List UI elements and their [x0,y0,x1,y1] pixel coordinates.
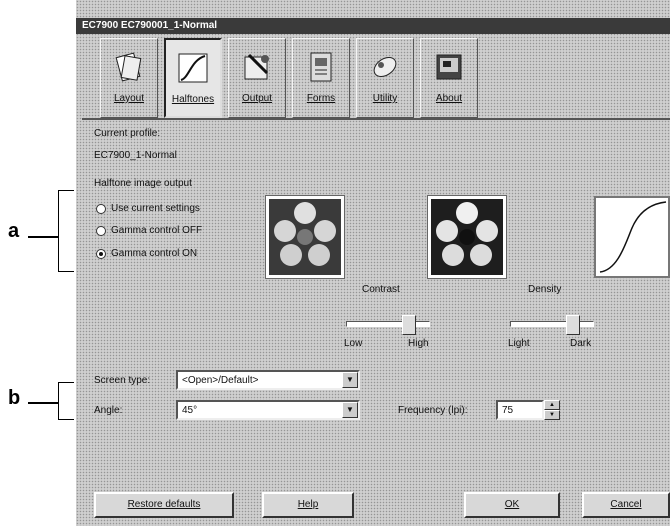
tab-strip: Layout Halftones Output Forms Utility Ab… [82,38,670,120]
screen-type-label: Screen type: [94,375,151,386]
angle-label: Angle: [94,405,123,416]
density-high-label: Dark [570,338,592,349]
tab-output[interactable]: Output [228,38,286,118]
density-low-label: Light [508,338,530,349]
restore-defaults-button[interactable]: Restore defaults [94,492,234,518]
gamma-curve-graph [599,201,667,273]
radio-gamma-on-circle [96,248,106,259]
radio-gamma-off-label: Gamma control OFF [111,225,203,236]
frequency-spinner[interactable]: 75 ▲ ▼ [496,400,560,420]
angle-value: 45° [182,405,198,416]
radio-use-current-settings-circle [96,203,106,214]
flower-image-adjusted [431,199,503,275]
halftone-output-group-label: Halftone image output [94,178,192,189]
tab-utility-label: Utility [372,93,398,104]
gamma-curve-preview [594,196,670,278]
tab-forms-label: Forms [306,93,336,104]
tab-about-label: About [435,93,463,104]
output-icon [244,53,269,80]
callout-a-leader [28,236,58,238]
cancel-button[interactable]: Cancel [582,492,670,518]
callout-a: a [8,220,20,242]
radio-use-current-settings-label: Use current settings [111,203,200,214]
density-slider-thumb[interactable] [566,315,580,335]
frequency-label: Frequency (lpi): [398,405,468,416]
flower-image [269,199,341,275]
callout-b-leader [28,402,58,404]
current-profile-label: Current profile: [94,128,161,139]
tab-layout-label: Layout [113,93,145,104]
frequency-field[interactable]: 75 [496,400,544,420]
halftone-curve-icon [178,53,208,83]
chevron-down-icon[interactable]: ▼ [342,372,358,388]
radio-use-current-settings[interactable]: Use current settings [96,203,200,214]
window-title: EC7900 EC790001_1-Normal [76,18,670,34]
density-slider[interactable] [510,315,594,337]
utility-icon [373,56,397,78]
original-image-preview [265,195,345,279]
tab-forms[interactable]: Forms [292,38,350,118]
tab-divider [82,118,670,120]
spin-up-icon[interactable]: ▲ [544,400,560,410]
tab-output-label: Output [241,93,273,104]
help-button[interactable]: Help [262,492,354,518]
contrast-low-label: Low [344,338,363,349]
tab-utility[interactable]: Utility [356,38,414,118]
forms-icon [310,52,332,82]
radio-gamma-on[interactable]: Gamma control ON [96,248,197,259]
radio-gamma-off-circle [96,225,106,236]
current-profile-value: EC7900_1-Normal [94,150,177,161]
tab-layout[interactable]: Layout [100,38,158,118]
density-slider-track [510,321,594,327]
contrast-label: Contrast [362,284,400,295]
radio-gamma-off[interactable]: Gamma control OFF [96,225,202,236]
adjusted-image-preview [427,195,507,279]
ok-button[interactable]: OK [464,492,560,518]
halftone-settings-dialog: EC7900 EC790001_1-Normal Layout Halftone… [74,0,670,526]
tab-halftones[interactable]: Halftones [164,38,222,118]
radio-gamma-on-label: Gamma control ON [111,248,198,259]
spin-down-icon[interactable]: ▼ [544,410,560,420]
angle-select[interactable]: 45° ▼ [176,400,360,420]
density-label: Density [528,284,562,295]
about-icon [436,54,462,80]
layout-icon [115,52,142,82]
tab-about[interactable]: About [420,38,478,118]
chevron-down-icon[interactable]: ▼ [342,402,358,418]
screen-type-select[interactable]: <Open>/Default> ▼ [176,370,360,390]
tab-halftones-label: Halftones [171,94,215,105]
callout-b: b [8,387,21,409]
screen-type-value: <Open>/Default> [182,375,259,386]
contrast-high-label: High [408,338,429,349]
contrast-slider-thumb[interactable] [402,315,416,335]
contrast-slider-track [346,321,430,327]
contrast-slider[interactable] [346,315,430,337]
